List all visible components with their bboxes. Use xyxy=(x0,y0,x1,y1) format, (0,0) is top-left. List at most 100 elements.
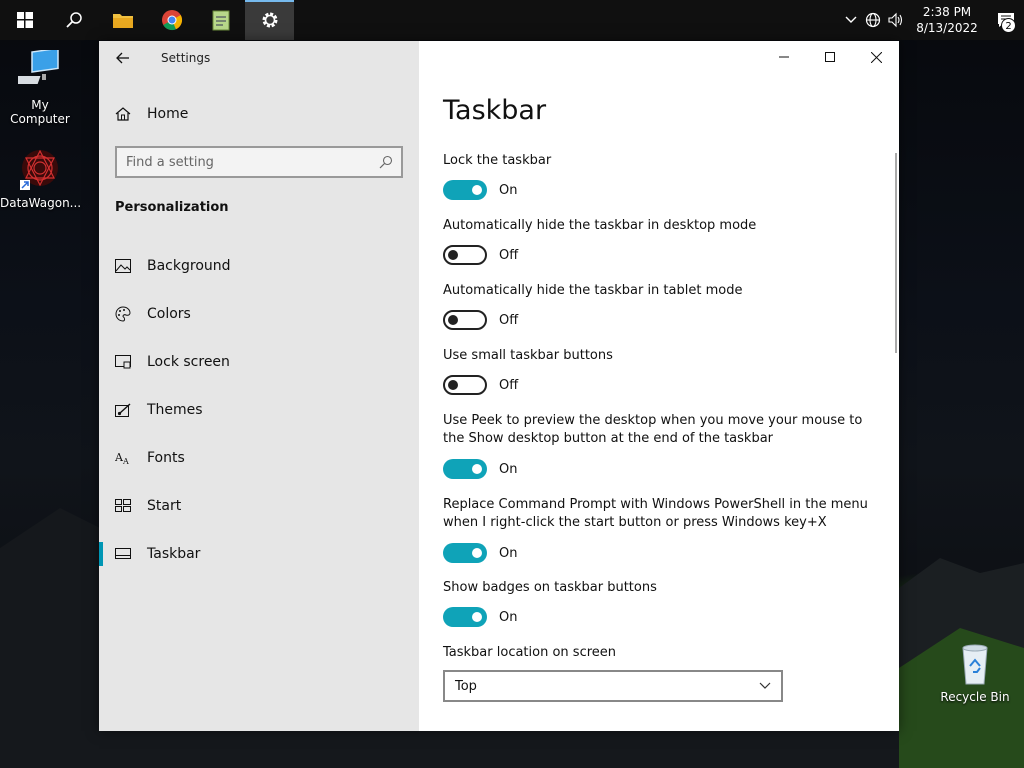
sidebar-item-label: Fonts xyxy=(147,450,185,466)
chevron-up-icon xyxy=(845,16,857,23)
globe-icon xyxy=(865,12,881,28)
volume-button[interactable] xyxy=(884,0,906,40)
nav-home-label: Home xyxy=(147,106,189,122)
setting-label-badges: Show badges on taskbar buttons xyxy=(443,580,657,595)
sidebar-item-label: Colors xyxy=(147,306,191,322)
title-bar: Settings xyxy=(99,41,419,75)
sidebar-item-background[interactable]: Background xyxy=(99,242,419,290)
home-icon xyxy=(115,106,131,122)
desktop-icon-my-computer[interactable]: My Computer xyxy=(0,47,80,126)
desktop-icon-datawagon[interactable]: DataWagon... xyxy=(0,148,82,210)
scrollbar[interactable] xyxy=(895,153,897,353)
toggle-state: Off xyxy=(499,247,519,263)
arrow-left-icon xyxy=(116,52,129,64)
sidebar-item-label: Start xyxy=(147,498,182,514)
close-icon xyxy=(870,51,882,63)
notepad-app-button[interactable] xyxy=(196,0,245,40)
nav-home[interactable]: Home xyxy=(99,99,419,129)
lock-screen-icon xyxy=(115,354,131,370)
start-grid-icon xyxy=(115,498,131,514)
start-button[interactable] xyxy=(0,0,49,40)
window-controls xyxy=(761,41,899,73)
toggle-row-autohide-tablet: Off xyxy=(443,310,518,330)
clock[interactable]: 2:38 PM 8/13/2022 xyxy=(912,4,982,36)
datawagon-logo-icon xyxy=(18,148,62,192)
network-button[interactable] xyxy=(862,0,884,40)
sidebar-item-label: Lock screen xyxy=(147,354,230,370)
sidebar-item-taskbar[interactable]: Taskbar xyxy=(99,530,419,578)
search-button[interactable] xyxy=(49,0,98,40)
taskbar-icon xyxy=(115,546,131,562)
settings-sidebar: Settings Home Personalization xyxy=(99,41,419,731)
sidebar-item-start[interactable]: Start xyxy=(99,482,419,530)
toggle-row-badges: On xyxy=(443,607,517,627)
setting-label-peek: Use Peek to preview the desktop when you… xyxy=(443,413,863,446)
toggle-state: Off xyxy=(499,377,519,393)
search-input[interactable] xyxy=(117,148,379,176)
desktop-icon-label: Recycle Bin xyxy=(940,690,1010,704)
page-title: Taskbar xyxy=(443,95,547,126)
notification-count-badge: 2 xyxy=(1001,18,1016,33)
windows-logo-icon xyxy=(16,12,33,28)
search-icon xyxy=(65,12,82,28)
setting-label-lock-taskbar: Lock the taskbar xyxy=(443,153,552,168)
sidebar-item-colors[interactable]: Colors xyxy=(99,290,419,338)
back-button[interactable] xyxy=(99,41,147,75)
close-button[interactable] xyxy=(853,41,899,73)
show-hidden-icons-button[interactable] xyxy=(840,0,862,40)
action-center-button[interactable]: 2 xyxy=(988,0,1024,40)
maximize-icon xyxy=(825,52,835,62)
minimize-button[interactable] xyxy=(761,41,807,73)
recycle-bin-icon xyxy=(953,642,997,686)
toggle-row-peek: On xyxy=(443,459,517,479)
toggle-badges[interactable] xyxy=(443,607,487,627)
sidebar-item-themes[interactable]: Themes xyxy=(99,386,419,434)
toggle-peek[interactable] xyxy=(443,459,487,479)
minimize-icon xyxy=(779,56,789,58)
setting-label-autohide-desktop: Automatically hide the taskbar in deskto… xyxy=(443,218,757,233)
toggle-powershell[interactable] xyxy=(443,543,487,563)
picture-icon xyxy=(115,258,131,274)
file-explorer-button[interactable] xyxy=(98,0,147,40)
chevron-down-icon xyxy=(759,682,771,689)
personalization-nav: Background Colors Lock screen Themes A A… xyxy=(99,242,419,578)
taskbar: 2:38 PM 8/13/2022 2 xyxy=(0,0,1024,40)
palette-icon xyxy=(115,306,131,322)
clock-time: 2:38 PM xyxy=(922,5,972,19)
setting-label-location: Taskbar location on screen xyxy=(443,645,617,660)
sidebar-item-fonts[interactable]: A A Fonts xyxy=(99,434,419,482)
section-title: Personalization xyxy=(115,200,229,215)
toggle-state: On xyxy=(499,182,518,198)
toggle-autohide-desktop[interactable] xyxy=(443,245,487,265)
toggle-row-lock-taskbar: On xyxy=(443,180,517,200)
toggle-row-powershell: On xyxy=(443,543,517,563)
svg-text:A: A xyxy=(122,457,129,465)
toggle-row-small-buttons: Off xyxy=(443,375,518,395)
sidebar-item-lock-screen[interactable]: Lock screen xyxy=(99,338,419,386)
brush-icon xyxy=(115,402,131,418)
desktop-icon-recycle-bin[interactable]: Recycle Bin xyxy=(935,642,1015,704)
maximize-button[interactable] xyxy=(807,41,853,73)
toggle-state: On xyxy=(499,545,518,561)
toggle-state: Off xyxy=(499,312,519,328)
toggle-autohide-tablet[interactable] xyxy=(443,310,487,330)
toggle-small-buttons[interactable] xyxy=(443,375,487,395)
settings-app-button[interactable] xyxy=(245,0,294,40)
window-title: Settings xyxy=(161,51,211,65)
dropdown-value: Top xyxy=(455,678,477,694)
settings-main: Taskbar Lock the taskbar On Automaticall… xyxy=(419,41,899,731)
sidebar-item-label: Background xyxy=(147,258,231,274)
chrome-button[interactable] xyxy=(147,0,196,40)
system-tray: 2:38 PM 8/13/2022 2 xyxy=(840,0,1024,40)
toggle-lock-taskbar[interactable] xyxy=(443,180,487,200)
search-field[interactable] xyxy=(115,146,403,178)
desktop-icon-label: DataWagon... xyxy=(0,196,82,210)
taskbar-location-dropdown[interactable]: Top xyxy=(443,670,783,702)
toggle-row-autohide-desktop: Off xyxy=(443,245,518,265)
desktop-icon-label: My Computer xyxy=(10,98,70,126)
sidebar-item-label: Taskbar xyxy=(147,546,201,562)
clock-date: 8/13/2022 xyxy=(916,21,978,35)
folder-icon xyxy=(112,14,133,28)
setting-label-powershell: Replace Command Prompt with Windows Powe… xyxy=(443,497,868,530)
toggle-state: On xyxy=(499,609,518,625)
